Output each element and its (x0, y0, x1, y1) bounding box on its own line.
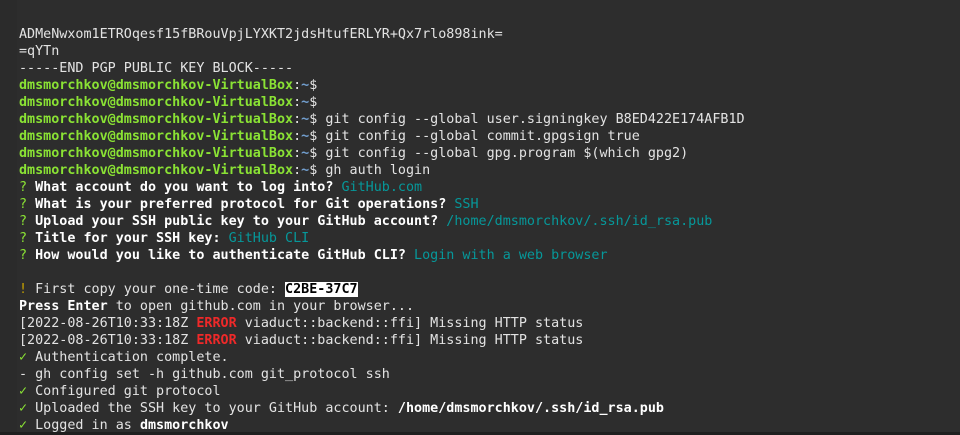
terminal-line-key-end: -----END PGP PUBLIC KEY BLOCK----- (19, 60, 960, 77)
line-text: : (293, 78, 302, 93)
line-text: $ git config --global user.signingkey B8… (309, 112, 745, 127)
line-text: Press Enter (19, 299, 108, 314)
terminal-line-cmd-signingkey: dmsmorchkov@dmsmorchkov-VirtualBox:~$ gi… (19, 111, 960, 128)
terminal-line-cmd-gpgsign: dmsmorchkov@dmsmorchkov-VirtualBox:~$ gi… (19, 128, 960, 145)
terminal-line-q-auth-method: ? How would you like to authenticate Git… (19, 247, 960, 264)
line-text: : (293, 146, 302, 161)
line-text: Title for your SSH key: (27, 231, 229, 246)
error-label: ERROR (196, 333, 237, 348)
line-text: What is your preferred protocol for Git … (27, 197, 455, 212)
one-time-code-value: C2BE-37C7 (285, 282, 358, 297)
question-mark-icon: ? (19, 214, 28, 229)
terminal-line-one-time-code: ! First copy your one-time code: C2BE-37… (19, 281, 960, 298)
line-text: $ (309, 95, 318, 110)
terminal-line-logged-in: ✓ Logged in as dmsmorchkov (19, 417, 960, 432)
line-text: What account do you want to log into? (27, 180, 342, 195)
check-mark-icon: ✓ (19, 384, 28, 399)
prompt-user-host: dmsmorchkov@dmsmorchkov-VirtualBox (19, 78, 294, 93)
line-text: /home/dmsmorchkov/.ssh/id_rsa.pub (397, 401, 664, 416)
line-text: : (293, 112, 302, 127)
terminal-line-error-1: [2022-08-26T10:33:18Z ERROR viaduct::bac… (19, 315, 960, 332)
question-mark-icon: ? (19, 197, 28, 212)
check-mark-icon: ✓ (19, 350, 28, 365)
question-mark-icon: ? (19, 180, 28, 195)
line-text: : (293, 95, 302, 110)
terminal-line-press-enter: Press Enter to open github.com in your b… (19, 298, 960, 315)
line-text: ADMeNwxom1ETROqesf15fBRouVpjLYXKT2jdsHtu… (19, 27, 503, 42)
line-text: [2022-08-26T10:33:18Z (19, 316, 197, 331)
terminal-line-cmd-gh-auth: dmsmorchkov@dmsmorchkov-VirtualBox:~$ gh… (19, 162, 960, 179)
line-text: -----END PGP PUBLIC KEY BLOCK----- (19, 61, 294, 76)
answer-text: SSH (454, 197, 479, 212)
terminal-line-q-account: ? What account do you want to log into? … (19, 179, 960, 196)
line-text: Logged in as (27, 418, 140, 432)
line-text: $ (309, 78, 318, 93)
line-text: to open github.com in your browser... (107, 299, 415, 314)
terminal-output: ADMeNwxom1ETROqesf15fBRouVpjLYXKT2jdsHtu… (17, 26, 960, 432)
prompt-user-host: dmsmorchkov@dmsmorchkov-VirtualBox (19, 112, 294, 127)
question-mark-icon: ? (19, 231, 28, 246)
line-text: $ gh auth login (309, 163, 431, 178)
terminal-line-cmd-gpgprogram: dmsmorchkov@dmsmorchkov-VirtualBox:~$ gi… (19, 145, 960, 162)
terminal-line-uploaded-key: ✓ Uploaded the SSH key to your GitHub ac… (19, 400, 960, 417)
line-text: First copy your one-time code: (27, 282, 286, 297)
check-mark-icon: ✓ (19, 418, 28, 432)
line-text: dmsmorchkov (139, 418, 229, 432)
error-label: ERROR (196, 316, 237, 331)
answer-text: Login with a web browser (414, 248, 608, 263)
line-text: =qYTn (19, 44, 60, 59)
check-mark-icon: ✓ (19, 401, 28, 416)
line-text: [2022-08-26T10:33:18Z (19, 333, 197, 348)
terminal-line-key-tail: ADMeNwxom1ETROqesf15fBRouVpjLYXKT2jdsHtu… (19, 26, 960, 43)
terminal-line-prompt-2: dmsmorchkov@dmsmorchkov-VirtualBox:~$ (19, 94, 960, 111)
terminal-window[interactable]: ADMeNwxom1ETROqesf15fBRouVpjLYXKT2jdsHtu… (17, 0, 960, 432)
window-left-edge (0, 0, 17, 435)
terminal-line-auth-complete: ✓ Authentication complete. (19, 349, 960, 366)
terminal-line-q-upload-key: ? Upload your SSH public key to your Git… (19, 213, 960, 230)
line-text: Authentication complete. (27, 350, 229, 365)
terminal-line-q-title: ? Title for your SSH key: GitHub CLI (19, 230, 960, 247)
answer-text: GitHub.com (341, 180, 423, 195)
line-text: - gh config set -h github.com git_protoc… (19, 367, 390, 382)
terminal-line-key-checksum: =qYTn (19, 43, 960, 60)
terminal-line-blank-1 (19, 264, 960, 281)
answer-text: /home/dmsmorchkov/.ssh/id_rsa.pub (446, 214, 713, 229)
line-text: : (293, 163, 302, 178)
terminal-line-configured-protocol: ✓ Configured git protocol (19, 383, 960, 400)
prompt-user-host: dmsmorchkov@dmsmorchkov-VirtualBox (19, 146, 294, 161)
line-text: viaduct::backend::ffi] Missing HTTP stat… (236, 333, 584, 348)
terminal-line-error-2: [2022-08-26T10:33:18Z ERROR viaduct::bac… (19, 332, 960, 349)
prompt-user-host: dmsmorchkov@dmsmorchkov-VirtualBox (19, 129, 294, 144)
question-mark-icon: ? (19, 248, 28, 263)
answer-text: GitHub CLI (228, 231, 310, 246)
line-text: Upload your SSH public key to your GitHu… (27, 214, 447, 229)
terminal-line-config-set: - gh config set -h github.com git_protoc… (19, 366, 960, 383)
terminal-line-q-protocol: ? What is your preferred protocol for Gi… (19, 196, 960, 213)
line-text: Uploaded the SSH key to your GitHub acco… (27, 401, 398, 416)
line-text: $ git config --global commit.gpgsign tru… (309, 129, 640, 144)
line-text: viaduct::backend::ffi] Missing HTTP stat… (236, 316, 584, 331)
prompt-user-host: dmsmorchkov@dmsmorchkov-VirtualBox (19, 95, 294, 110)
warning-icon: ! (19, 282, 28, 297)
prompt-user-host: dmsmorchkov@dmsmorchkov-VirtualBox (19, 163, 294, 178)
terminal-line-prompt-1: dmsmorchkov@dmsmorchkov-VirtualBox:~$ (19, 77, 960, 94)
line-text: : (293, 129, 302, 144)
line-text: $ git config --global gpg.program $(whic… (309, 146, 689, 161)
line-text: Configured git protocol (27, 384, 221, 399)
line-text: How would you like to authenticate GitHu… (27, 248, 415, 263)
